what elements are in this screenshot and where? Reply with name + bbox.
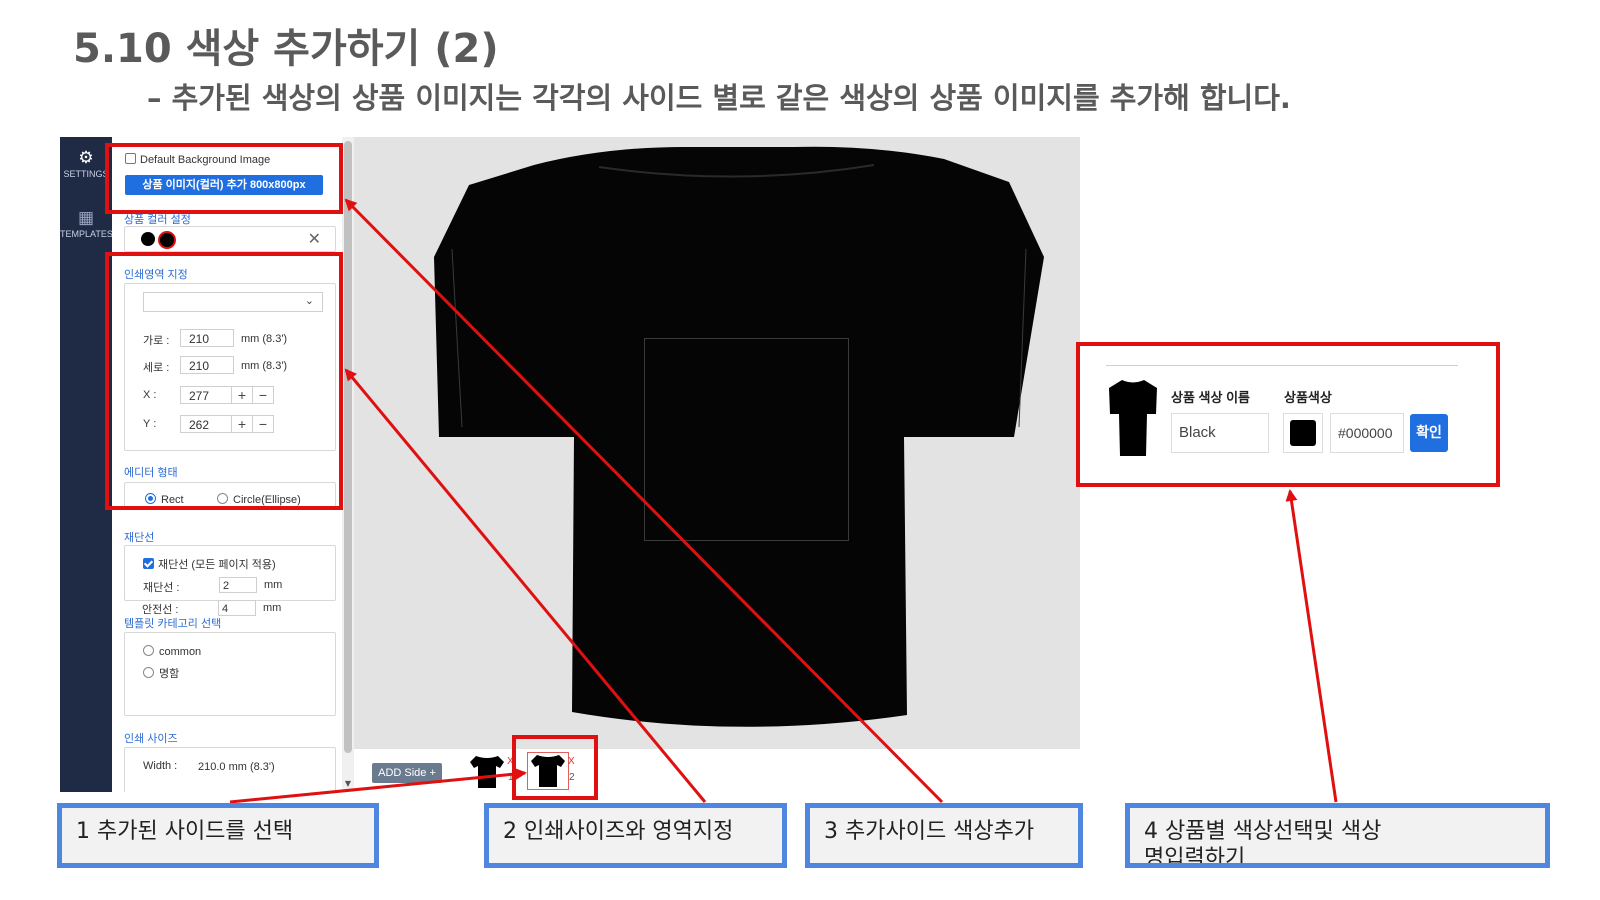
callout-4: 4 상품별 색상선택및 색상명입력하기 (1125, 803, 1550, 868)
callout-1: 1 추가된 사이드를 선택 (57, 803, 379, 868)
callout-3: 3 추가사이드 색상추가 (805, 803, 1083, 868)
callout-2: 2 인쇄사이즈와 영역지정 (484, 803, 787, 868)
annotation-arrows (229, 198, 1338, 804)
